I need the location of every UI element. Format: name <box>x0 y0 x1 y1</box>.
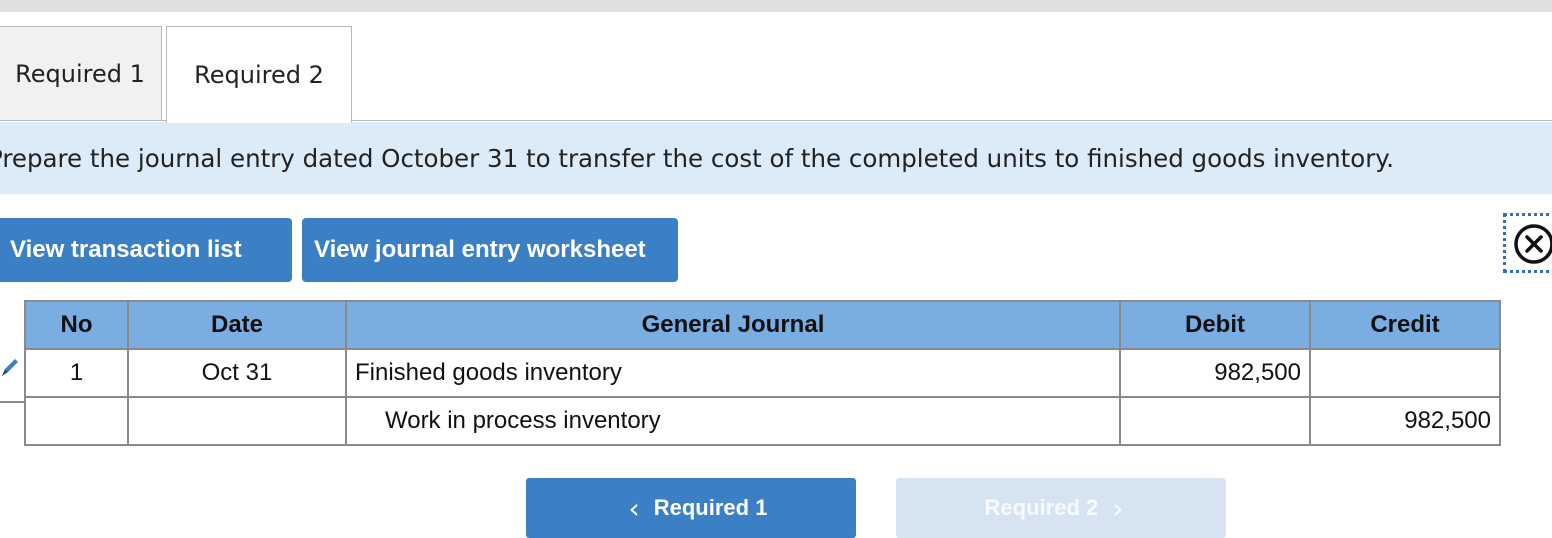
table-header-row: No Date General Journal Debit Credit <box>24 300 1501 350</box>
journal-table: No Date General Journal Debit Credit 1 O… <box>24 300 1501 446</box>
prev-required-button[interactable]: ‹ Required 1 <box>526 478 856 538</box>
header-general-journal: General Journal <box>345 300 1121 350</box>
next-required-button: Required 2 › <box>896 478 1226 538</box>
tab-required-1[interactable]: Required 1 <box>0 26 162 121</box>
header-debit: Debit <box>1119 300 1311 350</box>
cell-credit <box>1309 348 1501 398</box>
view-transaction-list-button[interactable]: View transaction list <box>0 218 292 282</box>
cell-account: Work in process inventory <box>345 396 1121 446</box>
close-circle-icon[interactable] <box>1512 222 1552 266</box>
cell-date: Oct 31 <box>127 348 347 398</box>
header-no: No <box>24 300 129 350</box>
pencil-icon[interactable] <box>0 356 20 380</box>
next-label: Required 2 <box>984 495 1099 520</box>
table-row[interactable]: Work in process inventory 982,500 <box>24 396 1501 446</box>
chevron-right-icon: › <box>1112 491 1124 525</box>
cell-debit <box>1119 396 1311 446</box>
header-credit: Credit <box>1309 300 1501 350</box>
cell-credit: 982,500 <box>1309 396 1501 446</box>
cell-no: 1 <box>24 348 129 398</box>
tab-required-2[interactable]: Required 2 <box>166 26 352 123</box>
cell-date <box>127 396 347 446</box>
instruction-text: Prepare the journal entry dated October … <box>0 143 1395 173</box>
prev-label: Required 1 <box>653 495 768 520</box>
header-date: Date <box>127 300 347 350</box>
row-marker-line <box>0 401 24 403</box>
cell-debit: 982,500 <box>1119 348 1311 398</box>
view-journal-entry-worksheet-button[interactable]: View journal entry worksheet <box>302 218 678 282</box>
instruction-banner: Prepare the journal entry dated October … <box>0 122 1552 194</box>
cell-account: Finished goods inventory <box>345 348 1121 398</box>
table-row[interactable]: 1 Oct 31 Finished goods inventory 982,50… <box>24 348 1501 398</box>
chevron-left-icon: ‹ <box>628 491 640 525</box>
top-bar <box>0 0 1552 12</box>
cell-no <box>24 396 129 446</box>
